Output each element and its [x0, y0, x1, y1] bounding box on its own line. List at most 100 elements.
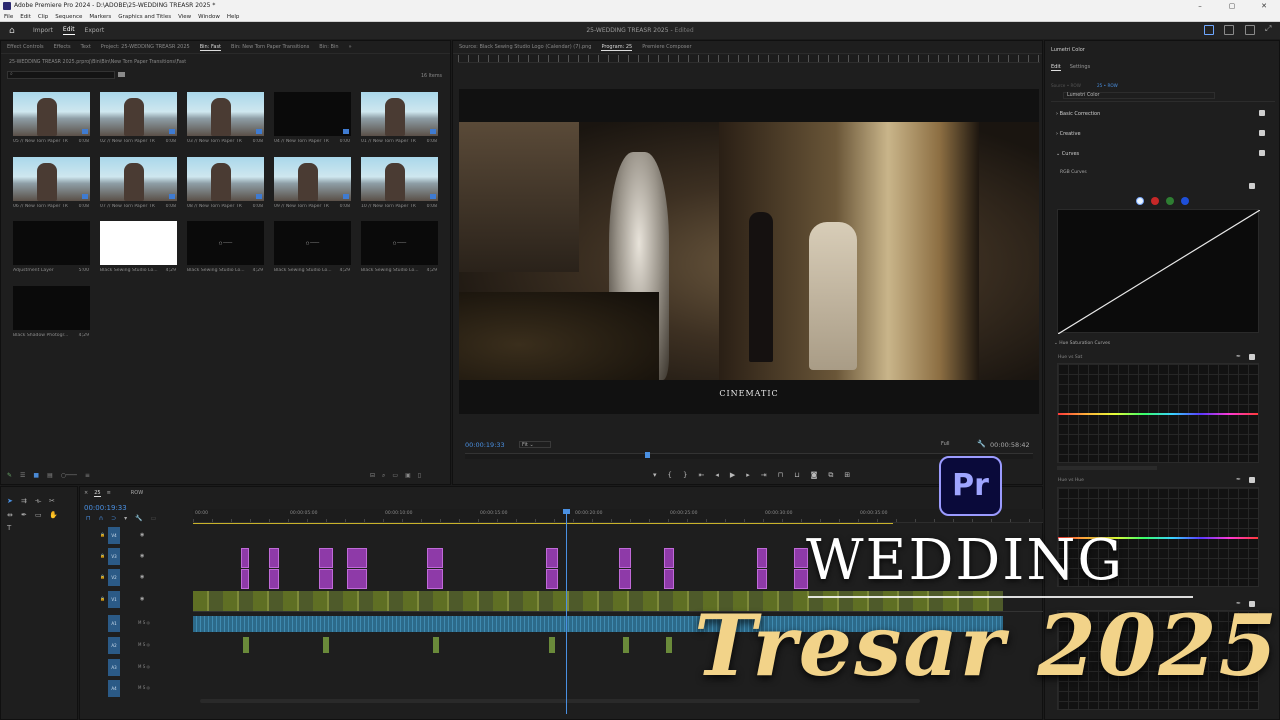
video-clip[interactable]	[347, 569, 367, 589]
bin-item-thumbnail[interactable]	[187, 157, 264, 201]
progress-icon[interactable]	[1245, 25, 1255, 35]
basic-correction-checkbox[interactable]	[1259, 110, 1265, 116]
video-clip[interactable]	[664, 569, 674, 589]
fullscreen-icon[interactable]: ⤢	[1265, 24, 1275, 34]
menu-help[interactable]: Help	[227, 12, 240, 21]
slip-icon[interactable]: ⇹	[7, 511, 21, 519]
lock-icon[interactable]: 🔒	[100, 574, 106, 580]
video-clip[interactable]	[546, 569, 558, 589]
video-clip[interactable]	[757, 569, 767, 589]
timeline-ruler[interactable]: 00:00 00:00:05:00 00:00:10:00 00:00:15:00 00…	[193, 509, 1043, 523]
mute-solo-controls[interactable]: M S ◎	[138, 642, 168, 648]
video-clip[interactable]	[664, 548, 674, 568]
lift-icon[interactable]: ⊓	[778, 471, 783, 480]
monitor-playhead[interactable]	[645, 452, 650, 458]
audio-track-header[interactable]: A4	[108, 680, 120, 697]
video-track-header[interactable]: V3	[108, 548, 120, 565]
lock-icon[interactable]: 🔒	[100, 553, 106, 559]
video-clip[interactable]	[427, 569, 443, 589]
bin-item-thumbnail[interactable]	[13, 92, 90, 136]
linked-selection-icon[interactable]: ⊃	[111, 515, 116, 522]
eyedropper-icon-2[interactable]: ✒	[1236, 476, 1241, 483]
hue-vs-sat-graph[interactable]	[1057, 363, 1259, 463]
playhead-handle[interactable]	[563, 509, 570, 514]
folder-icon[interactable]: ▭	[392, 472, 398, 480]
video-clip[interactable]	[619, 548, 631, 568]
tab-text[interactable]: Text	[81, 44, 91, 50]
video-clip[interactable]	[241, 569, 249, 589]
audio-clip[interactable]	[243, 637, 249, 653]
video-track-header[interactable]: V1	[108, 591, 120, 608]
new-bin-icon[interactable]	[118, 72, 125, 77]
rgb-curve-graph[interactable]	[1057, 209, 1261, 335]
tab-project[interactable]: Project: 25-WEDDING TREASR 2025	[101, 44, 190, 50]
zoom-slider[interactable]: ○───	[61, 472, 77, 479]
tab-program[interactable]: Program: 25	[601, 44, 633, 51]
go-to-out-icon[interactable]: ⇥	[761, 471, 767, 480]
razor-icon[interactable]: ✂	[49, 497, 63, 506]
maximize-button[interactable]: ▢	[1216, 0, 1248, 12]
tab-export[interactable]: Export	[85, 27, 105, 34]
trash-icon[interactable]: ▯	[418, 472, 421, 480]
playhead-timecode[interactable]: 00:00:19:33	[465, 441, 505, 449]
bin-item-thumbnail[interactable]	[187, 92, 264, 136]
green-channel-button[interactable]	[1166, 197, 1174, 205]
timeline-settings-icon[interactable]: 🔧	[135, 515, 142, 522]
tab-premiere-composer[interactable]: Premiere Composer	[642, 44, 691, 50]
add-marker-icon[interactable]: ▾	[124, 515, 127, 522]
tab-sequence-row[interactable]: ROW	[131, 490, 143, 497]
audio-track-header[interactable]: A2	[108, 637, 120, 654]
mute-solo-controls[interactable]: M S ◎	[138, 685, 168, 691]
bin-item-thumbnail[interactable]	[100, 221, 177, 265]
audio-clip[interactable]	[323, 637, 329, 653]
menu-sequence[interactable]: Sequence	[55, 12, 82, 21]
video-clip[interactable]	[619, 569, 631, 589]
step-forward-icon[interactable]: ▸	[746, 471, 750, 480]
eye-icon[interactable]: ◉	[140, 574, 148, 580]
wrench-icon[interactable]: 🔧	[977, 440, 986, 448]
camera-icon[interactable]: ◙	[811, 471, 818, 480]
mute-solo-controls[interactable]: M S ◎	[138, 664, 168, 670]
tab-bin-torn[interactable]: Bin: New Torn Paper Transitions	[231, 44, 309, 50]
tab-edit[interactable]: Edit	[62, 26, 75, 35]
menu-view[interactable]: View	[178, 12, 191, 21]
freeform-view-icon[interactable]: ▤	[47, 472, 53, 479]
mark-out-icon[interactable]: }	[683, 471, 687, 480]
mute-solo-controls[interactable]: M S ◎	[138, 620, 168, 626]
bin-item-thumbnail[interactable]	[361, 157, 438, 201]
type-tool-icon[interactable]: T	[7, 524, 21, 532]
bin-item-thumbnail[interactable]: ◯ ─────	[187, 221, 264, 265]
home-icon[interactable]: ⌂	[9, 26, 23, 36]
eye-icon[interactable]: ◉	[140, 553, 148, 559]
bin-item-thumbnail[interactable]	[274, 157, 351, 201]
video-track-header[interactable]: V2	[108, 569, 120, 586]
marker-icon[interactable]: ▾	[653, 471, 657, 480]
hand-icon[interactable]: ✋	[49, 511, 63, 519]
video-track-header[interactable]: V4	[108, 527, 120, 544]
menu-window[interactable]: Window	[198, 12, 220, 21]
eye-icon[interactable]: ◉	[140, 532, 148, 538]
rectangle-icon[interactable]: ▭	[35, 511, 49, 519]
tab-sequence-25[interactable]: 25	[94, 490, 101, 497]
workspaces-icon[interactable]	[1204, 25, 1214, 35]
list-view-icon[interactable]: ☰	[20, 472, 25, 479]
bin-item-thumbnail[interactable]: ◯ ─────	[361, 221, 438, 265]
red-channel-button[interactable]	[1151, 197, 1159, 205]
go-to-in-icon[interactable]: ⇤	[698, 471, 704, 480]
multicam-icon[interactable]: ⊞	[844, 471, 850, 480]
audio-clip[interactable]	[549, 637, 555, 653]
timeline-scrollbar[interactable]	[200, 699, 920, 703]
tab-bin-bin[interactable]: Bin: Bin	[319, 44, 338, 50]
quality-select[interactable]: Full	[941, 441, 950, 447]
blue-channel-button[interactable]	[1181, 197, 1189, 205]
step-back-icon[interactable]: ◂	[715, 471, 719, 480]
sort-icon[interactable]: ≡	[85, 472, 90, 479]
icon-view-icon[interactable]: ■	[33, 472, 39, 479]
menu-clip[interactable]: Clip	[38, 12, 48, 21]
timeline-playhead[interactable]	[563, 509, 570, 714]
section-basic-correction[interactable]: › Basic Correction	[1056, 111, 1100, 117]
tab-source[interactable]: Source: Black Sewing Studio Logo (Calend…	[459, 44, 591, 50]
extract-icon[interactable]: ⊔	[794, 471, 799, 480]
find-icon[interactable]: ⌕	[382, 472, 385, 480]
video-clip[interactable]	[269, 548, 279, 568]
